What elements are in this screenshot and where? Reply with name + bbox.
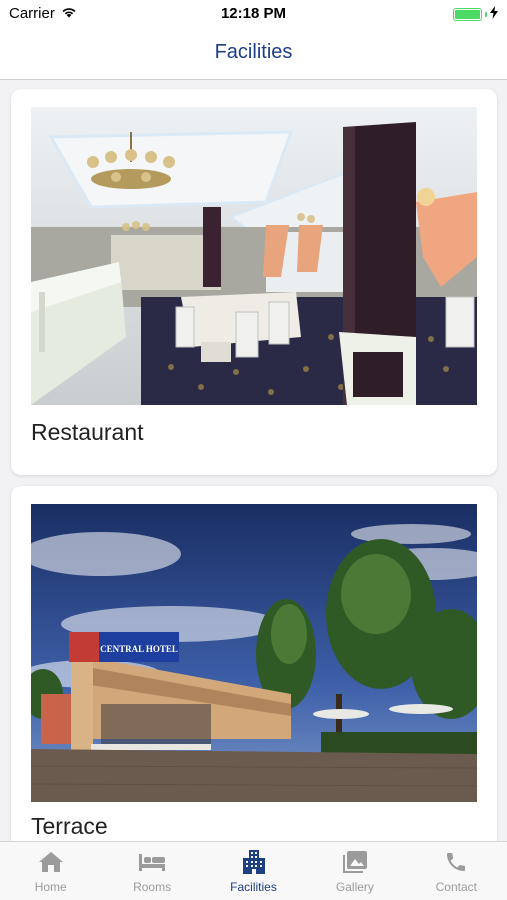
tab-home[interactable]: Home <box>0 842 101 900</box>
tab-label: Gallery <box>335 880 374 894</box>
tab-rooms[interactable]: Rooms <box>101 842 202 900</box>
home-icon <box>37 850 65 874</box>
status-bar: Carrier 12:18 PM <box>0 0 507 28</box>
tab-label: Rooms <box>133 880 172 894</box>
tab-label: Facilities <box>230 880 277 894</box>
phone-icon <box>442 850 470 874</box>
tab-label: Contact <box>435 880 477 894</box>
facility-title: Terrace <box>31 813 108 839</box>
tab-bar: Home Rooms Facilities Gallery Contact <box>0 841 507 900</box>
page-title: Facilities <box>214 41 293 63</box>
tab-contact[interactable]: Contact <box>406 842 507 900</box>
tab-label: Home <box>34 880 67 894</box>
hotel-sign-text: CENTRAL HOTEL <box>100 644 178 654</box>
tab-facilities[interactable]: Facilities <box>203 842 304 900</box>
charging-icon <box>490 6 498 23</box>
gallery-icon <box>341 850 369 874</box>
facility-card-restaurant[interactable]: Restaurant <box>11 89 497 475</box>
restaurant-photo <box>31 107 477 405</box>
navigation-bar: Facilities <box>0 28 507 80</box>
terrace-photo: CENTRAL HOTEL <box>31 504 477 802</box>
battery-tip <box>485 12 487 17</box>
battery-icon <box>453 8 482 21</box>
bed-icon <box>138 850 166 874</box>
tab-gallery[interactable]: Gallery <box>304 842 405 900</box>
facility-card-terrace[interactable]: CENTRAL HOTEL Terrace <box>11 486 497 841</box>
clock: 12:18 PM <box>220 5 287 22</box>
building-icon <box>240 850 268 874</box>
facility-title: Restaurant <box>31 419 144 445</box>
facilities-list[interactable]: Restaurant CENTRAL HOTEL Terrace <box>0 80 507 841</box>
